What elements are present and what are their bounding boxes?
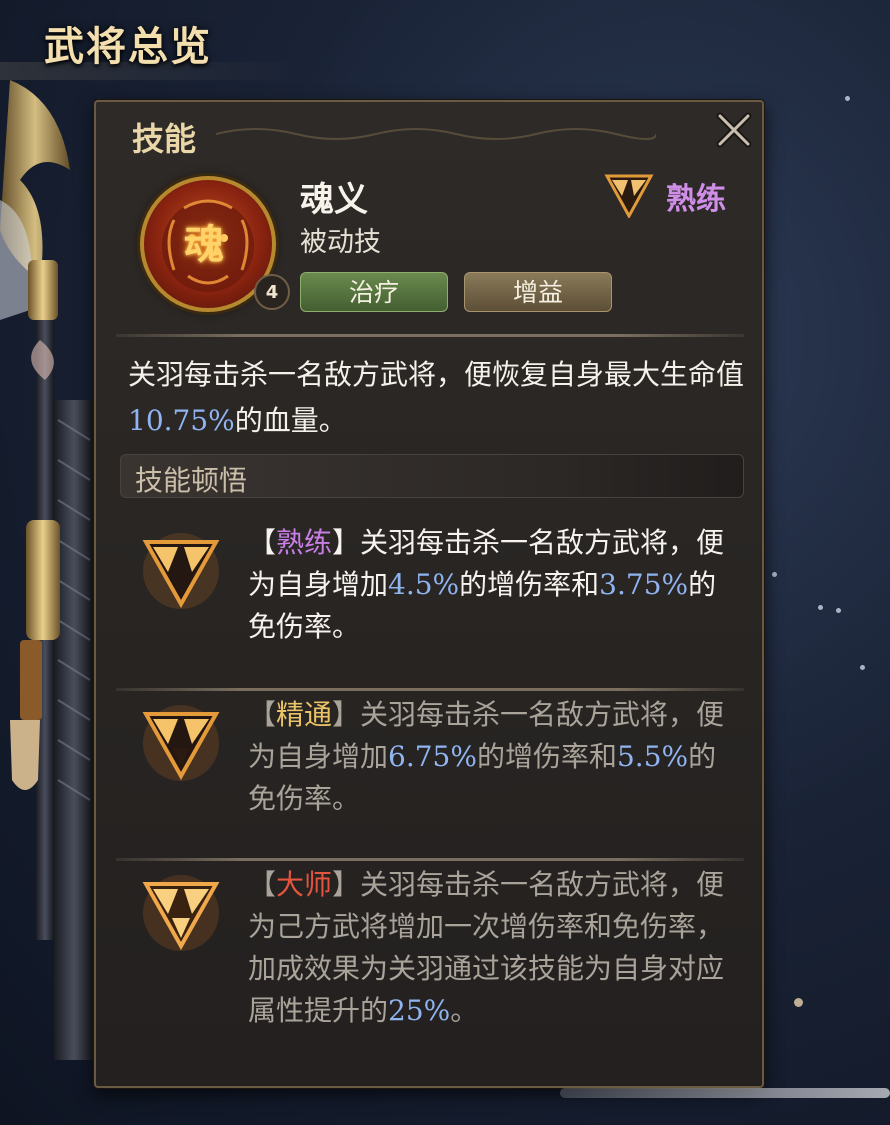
- bracket-close: 】: [332, 868, 361, 901]
- screen-title: 武将总览: [44, 23, 212, 70]
- skill-panel: 技能 魂 4 魂义 被动技 熟练 治疗 增益 关羽每击杀一名敌方武将，便恢复自身…: [94, 100, 764, 1088]
- star-decoration: [772, 572, 777, 577]
- divider: [116, 688, 744, 691]
- star-decoration: [860, 665, 865, 670]
- close-button[interactable]: [712, 108, 756, 152]
- insight-header-label: 技能顿悟: [135, 464, 248, 497]
- skill-icon-glyph: 魂: [184, 221, 224, 268]
- description-text: 关羽每击杀一名敌方武将，便恢复自身最大生命值: [128, 358, 745, 391]
- tag-heal: 治疗: [300, 272, 448, 312]
- level-text: 的增伤率和: [459, 568, 600, 601]
- star-decoration: [845, 96, 850, 101]
- home-indicator-bar: [560, 1088, 890, 1098]
- proficient-description: 【熟练】关羽每击杀一名敌方武将，便为自身增加4.5%的增伤率和3.75%的免伤率…: [248, 522, 728, 648]
- description-value: 10.75%: [128, 404, 235, 437]
- bracket-close: 】: [332, 526, 361, 559]
- share-ratio-value: 25%: [388, 994, 451, 1027]
- tag-buff: 增益: [464, 272, 612, 312]
- level-text: 的增伤率和: [476, 740, 617, 773]
- close-icon: [716, 112, 752, 148]
- skill-type: 被动技: [300, 227, 381, 258]
- bracket-open: 【: [248, 868, 277, 901]
- damage-bonus-value: 6.75%: [388, 740, 477, 773]
- level-name-proficient: 熟练: [276, 526, 333, 559]
- expert-shield-icon: [142, 705, 220, 781]
- star-decoration: [836, 608, 841, 613]
- level-name-master: 大师: [276, 868, 333, 901]
- mastery-shield-icon: [604, 174, 654, 218]
- bracket-open: 【: [248, 526, 277, 559]
- mastery-label: 熟练: [666, 182, 726, 217]
- skill-description: 关羽每击杀一名敌方武将，便恢复自身最大生命值 10.75%的血量。: [128, 352, 758, 444]
- divider: [116, 334, 744, 337]
- damage-bonus-value: 4.5%: [388, 568, 460, 601]
- panel-ornament: [216, 128, 656, 140]
- bracket-open: 【: [248, 698, 277, 731]
- star-decoration: [818, 605, 823, 610]
- master-shield-icon: [142, 875, 220, 951]
- level-name-expert: 精通: [276, 698, 333, 731]
- proficient-shield-icon: [142, 533, 220, 609]
- panel-title: 技能: [132, 120, 197, 158]
- bracket-close: 】: [332, 698, 361, 731]
- weapon-decoration: [0, 80, 94, 1060]
- level-text: 。: [450, 994, 479, 1027]
- master-description: 【大师】关羽每击杀一名敌方武将，便为己方武将增加一次增伤率和免伤率，加成效果为关…: [248, 864, 728, 1032]
- star-decoration: [794, 998, 803, 1007]
- damage-reduction-value: 5.5%: [616, 740, 689, 773]
- divider: [116, 858, 744, 861]
- skill-level-badge: 4: [254, 274, 290, 310]
- expert-description: 【精通】关羽每击杀一名敌方武将，便为自身增加6.75%的增伤率和5.5%的免伤率…: [248, 694, 728, 820]
- description-text-end: 的血量。: [234, 404, 347, 437]
- skill-name: 魂义: [300, 180, 368, 220]
- insight-section-header: 技能顿悟: [120, 454, 744, 498]
- damage-reduction-value: 3.75%: [599, 568, 689, 601]
